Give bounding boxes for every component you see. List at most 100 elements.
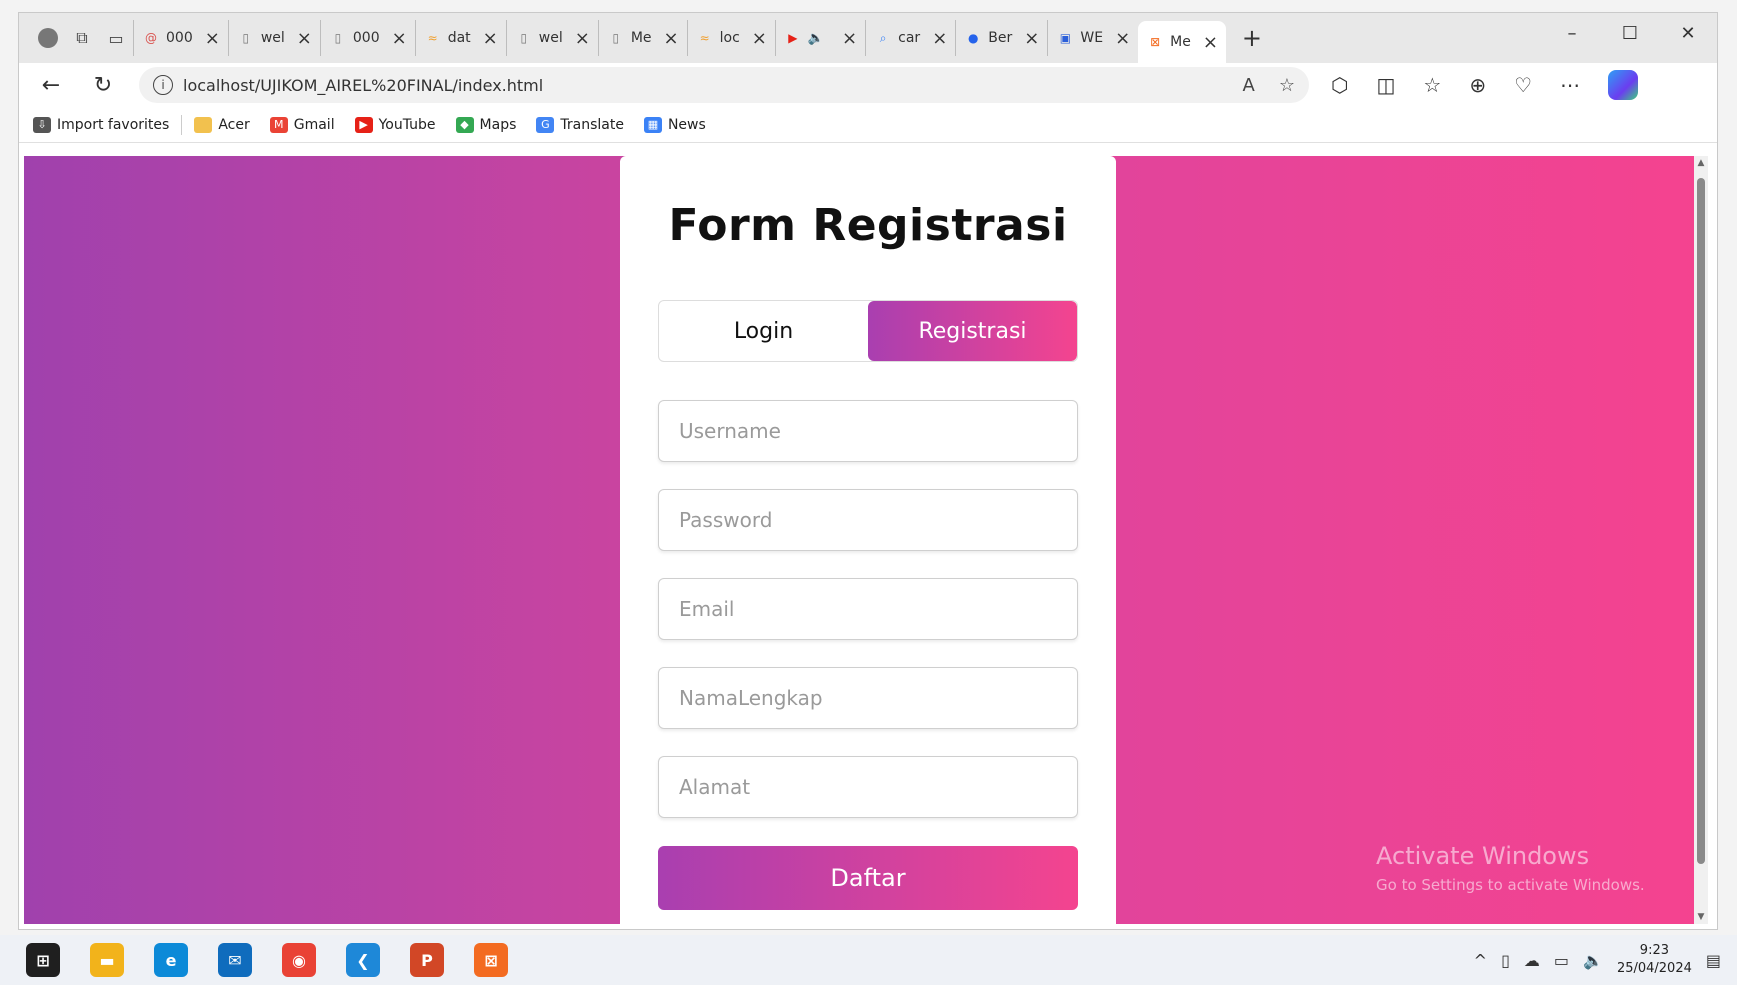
page-icon: ▯ <box>334 31 342 45</box>
vertical-scrollbar[interactable]: ▲ ▼ <box>1694 156 1708 924</box>
browser-tab[interactable]: ▶ 🔈 × <box>774 20 865 56</box>
browser-tab[interactable]: ● Ber × <box>955 20 1047 56</box>
favorite-star-icon[interactable]: ☆ <box>1279 75 1295 96</box>
url-text[interactable]: localhost/UJIKOM_AIREL%20FINAL/index.htm… <box>183 76 1233 95</box>
browser-tab[interactable]: ▯ Me × <box>597 20 687 56</box>
tab-registrasi[interactable]: Registrasi <box>868 301 1077 361</box>
chrome-icon[interactable]: ◉ <box>282 943 316 977</box>
tab-close-icon[interactable]: × <box>842 28 857 49</box>
tab-label: Me <box>630 30 652 46</box>
refresh-icon[interactable]: ↻ <box>83 65 123 105</box>
password-input[interactable] <box>658 489 1078 551</box>
browser-tab[interactable]: ⌕ car × <box>865 20 955 56</box>
favorite-item[interactable]: M Gmail <box>269 116 335 133</box>
tab-close-icon[interactable]: × <box>205 28 220 49</box>
tab-close-icon[interactable]: × <box>483 28 498 49</box>
tab-audio-icon[interactable]: 🔈 <box>808 31 824 46</box>
copilot-icon[interactable] <box>1608 70 1639 100</box>
browser-tab[interactable]: ▯ 000 × <box>319 20 415 56</box>
printer-icon: ▣ <box>1059 31 1072 45</box>
file-explorer-icon[interactable]: ▬ <box>90 943 124 977</box>
scroll-up-icon[interactable]: ▲ <box>1694 156 1708 170</box>
vscode-icon[interactable]: ❮ <box>346 943 380 977</box>
tab-close-icon[interactable]: × <box>1203 32 1218 53</box>
collections-icon[interactable]: ⊕ <box>1469 73 1486 97</box>
address-bar[interactable]: i localhost/UJIKOM_AIREL%20FINAL/index.h… <box>139 67 1309 103</box>
tab-close-icon[interactable]: × <box>664 28 679 49</box>
tab-close-icon[interactable]: × <box>575 28 590 49</box>
windows-start-icon[interactable]: ⊞ <box>26 943 60 977</box>
favorite-item[interactable]: ◆ Maps <box>455 116 516 133</box>
network-icon[interactable]: ▭ <box>1554 951 1569 970</box>
news-icon: ▦ <box>643 116 662 133</box>
read-aloud-icon[interactable]: A <box>1243 75 1255 96</box>
minimize-icon[interactable]: – <box>1543 13 1601 53</box>
tab-close-icon[interactable]: × <box>392 28 407 49</box>
browser-tab[interactable]: ≈ dat × <box>414 20 506 56</box>
daftar-button[interactable]: Daftar <box>658 846 1078 910</box>
favorite-item[interactable]: ▦ News <box>643 116 706 133</box>
mail-icon[interactable]: ✉ <box>218 943 252 977</box>
favorite-item[interactable]: ▶ YouTube <box>354 116 436 133</box>
email-input[interactable] <box>658 578 1078 640</box>
device-icon[interactable]: ▯ <box>1501 951 1510 970</box>
username-input[interactable] <box>658 400 1078 462</box>
maximize-icon[interactable]: ☐ <box>1601 13 1659 53</box>
youtube-icon: ▶ <box>354 116 373 133</box>
favorite-label: Acer <box>218 116 250 133</box>
favorites-icon[interactable]: ☆ <box>1423 73 1441 97</box>
tab-close-icon[interactable]: × <box>1024 28 1039 49</box>
xampp-icon[interactable]: ⊠ <box>474 943 508 977</box>
phpmyadmin-icon: ≈ <box>699 31 710 45</box>
tab-login[interactable]: Login <box>659 301 868 361</box>
edge-icon[interactable]: e <box>154 943 188 977</box>
window-controls: – ☐ ✕ <box>1543 13 1717 53</box>
tab-close-icon[interactable]: × <box>932 28 947 49</box>
browser-tab[interactable]: ▯ wel × <box>227 20 320 56</box>
site-info-icon[interactable]: i <box>153 75 173 95</box>
page-background: Form Registrasi Login Registrasi Daftar … <box>24 156 1708 924</box>
system-tray: ^ ▯ ☁ ▭ 🔈 9:23 25/04/2024 ▤ <box>1474 935 1721 985</box>
tab-close-icon[interactable]: × <box>297 28 312 49</box>
back-icon[interactable]: ← <box>31 65 71 105</box>
scrollbar-thumb[interactable] <box>1697 178 1705 864</box>
tab-strip-left: ⧉ ▭ <box>19 13 133 63</box>
show-hidden-icons-icon[interactable]: ^ <box>1474 951 1487 970</box>
blue-circle-icon: ● <box>968 31 979 45</box>
tab-actions-icon[interactable]: ▭ <box>99 21 133 55</box>
new-tab-button[interactable]: + <box>1234 20 1270 56</box>
tab-label: 000 <box>166 30 193 46</box>
split-screen-icon[interactable]: ◫ <box>1376 73 1395 97</box>
tab-label: Me <box>1170 34 1191 50</box>
favorite-item[interactable]: Acer <box>194 116 250 133</box>
browser-toolbar: ⬡ ◫ ☆ ⊕ ♡ ⋯ <box>1331 70 1639 100</box>
browser-essentials-icon[interactable]: ♡ <box>1514 73 1532 97</box>
favorite-label: News <box>667 116 706 133</box>
browser-tab[interactable]: ▯ wel × <box>505 20 598 56</box>
favorite-label: Translate <box>560 116 624 133</box>
more-options-icon[interactable]: ⋯ <box>1560 73 1580 97</box>
volume-icon[interactable]: 🔈 <box>1583 951 1603 970</box>
gmail-icon: M <box>269 116 288 133</box>
tab-label: wel <box>260 30 285 46</box>
notifications-icon[interactable]: ▤ <box>1706 951 1721 970</box>
browser-tab[interactable]: ▣ WE × <box>1047 20 1138 56</box>
clock[interactable]: 9:23 25/04/2024 <box>1617 942 1692 978</box>
browser-tab[interactable]: @000 × <box>133 20 228 56</box>
onedrive-icon[interactable]: ☁ <box>1524 951 1540 970</box>
powerpoint-icon[interactable]: P <box>410 943 444 977</box>
tab-close-icon[interactable]: × <box>752 28 767 49</box>
registration-card: Form Registrasi Login Registrasi Daftar <box>620 156 1116 924</box>
extensions-icon[interactable]: ⬡ <box>1331 73 1348 97</box>
close-window-icon[interactable]: ✕ <box>1659 13 1717 53</box>
browser-tab[interactable]: ≈ loc × <box>686 20 775 56</box>
browser-tab[interactable]: ⊠ Me × <box>1138 21 1226 63</box>
nama-lengkap-input[interactable] <box>658 667 1078 729</box>
workspaces-icon[interactable]: ⧉ <box>65 21 99 55</box>
favorite-item[interactable]: ⇩ Import favorites <box>33 116 169 133</box>
favorite-item[interactable]: G Translate <box>536 116 624 133</box>
scroll-down-icon[interactable]: ▼ <box>1694 910 1708 924</box>
tab-close-icon[interactable]: × <box>1115 28 1130 49</box>
profile-button[interactable] <box>31 21 65 55</box>
alamat-input[interactable] <box>658 756 1078 818</box>
